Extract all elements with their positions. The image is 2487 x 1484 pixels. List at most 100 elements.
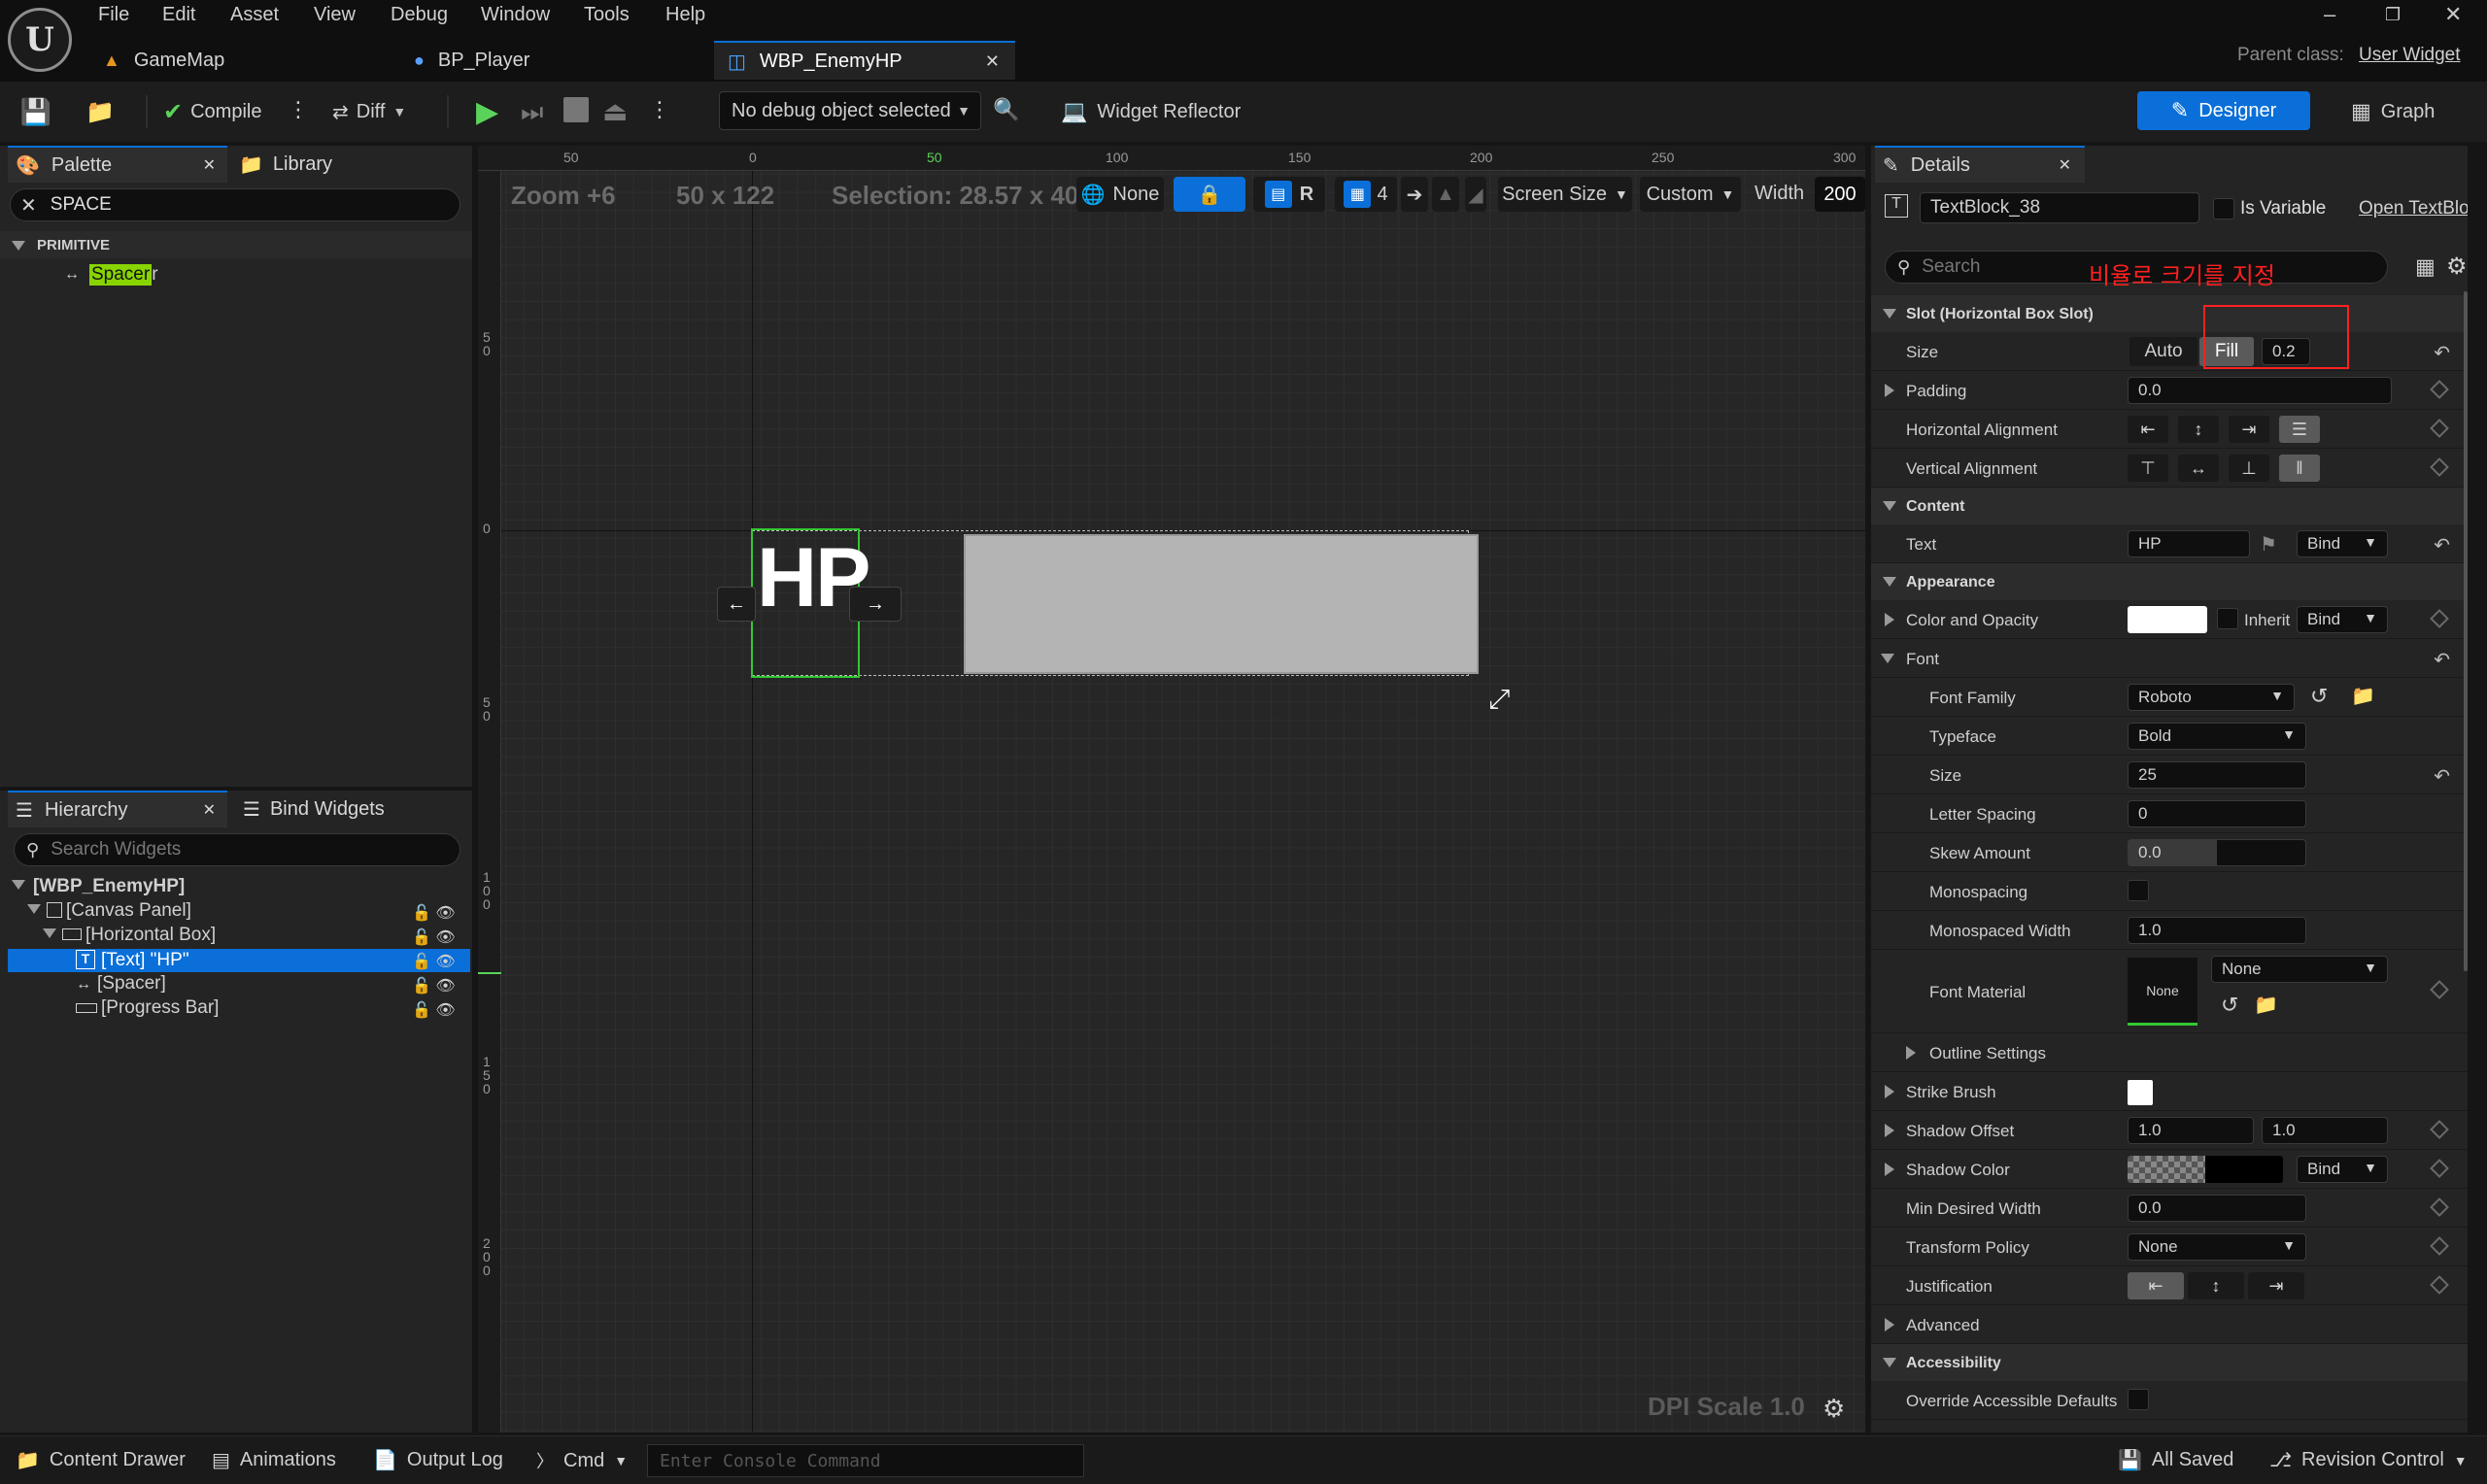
width-input[interactable]: 200	[1815, 177, 1865, 212]
typeface-dropdown[interactable]: Bold ▼	[2128, 723, 2306, 750]
menu-view[interactable]: View	[314, 4, 356, 26]
section-accessibility[interactable]: Accessibility	[1871, 1344, 2468, 1381]
debug-filter-icon[interactable]: 🔍	[993, 97, 1019, 122]
tree-item-horizontal-box[interactable]: [Horizontal Box]	[43, 925, 216, 946]
align-right-icon[interactable]: ⇥	[2229, 416, 2269, 443]
menu-window[interactable]: Window	[481, 4, 550, 26]
justify-right-icon[interactable]: ⇥	[2248, 1272, 2304, 1299]
respect-locks-button[interactable]: ▤ R	[1253, 177, 1325, 212]
resize-handle-icon[interactable]: ⤢	[1488, 684, 1510, 716]
play-icon[interactable]: ▶	[476, 95, 498, 129]
tree-item-spacer[interactable]: ↔ [Spacer]	[76, 973, 166, 995]
skew-input[interactable]: 0.0	[2128, 839, 2306, 866]
keyframe-diamond-icon[interactable]	[2430, 380, 2449, 399]
tab-palette[interactable]: 🎨 Palette ✕	[8, 146, 227, 183]
is-variable-checkbox[interactable]	[2213, 198, 2234, 219]
tab-bp-player[interactable]: ● BP_Player	[414, 41, 705, 80]
restore-icon[interactable]: ❐	[2385, 5, 2401, 25]
browse-icon[interactable]: 📁	[2351, 684, 2375, 708]
eye-icon[interactable]: 👁	[435, 954, 455, 970]
tab-details[interactable]: ✎ Details ✕	[1875, 146, 2085, 183]
tree-item-text-hp[interactable]: T [Text] "HP"	[8, 949, 470, 972]
close-tab-icon[interactable]: ✕	[203, 155, 216, 175]
widget-name-input[interactable]: TextBlock_38	[1920, 192, 2199, 223]
output-log-button[interactable]: 📄 Output Log	[373, 1448, 503, 1472]
menu-tools[interactable]: Tools	[584, 4, 630, 26]
unlock-icon[interactable]: 🔓	[412, 954, 431, 970]
font-material-dropdown[interactable]: None ▼	[2211, 956, 2388, 983]
padding-input[interactable]: 0.0	[2128, 377, 2392, 404]
designer-canvas[interactable]: 50 0 50 100 150 200 250 300 5 0 0 5 0 1 …	[478, 146, 1865, 1433]
palette-search-input[interactable]: ✕ SPACE	[10, 188, 460, 221]
min-width-input[interactable]: 0.0	[2128, 1195, 2306, 1222]
section-slot[interactable]: Slot (Horizontal Box Slot)	[1871, 295, 2468, 332]
keyframe-diamond-icon[interactable]	[2430, 1236, 2449, 1256]
align-bottom-icon[interactable]: ⊥	[2229, 455, 2269, 482]
menu-debug[interactable]: Debug	[391, 4, 448, 26]
compile-options-icon[interactable]: ⋮	[288, 97, 309, 122]
align-fill-icon[interactable]: ☰	[2279, 416, 2320, 443]
keyframe-diamond-icon[interactable]	[2430, 1197, 2449, 1217]
graph-button[interactable]: ▦ Graph	[2351, 95, 2435, 128]
override-checkbox[interactable]	[2128, 1389, 2149, 1410]
localization-flag-icon[interactable]: ⚑	[2260, 532, 2277, 556]
table-view-icon[interactable]: ▦	[2415, 254, 2436, 280]
align-middle-icon[interactable]: ↔	[2178, 455, 2219, 482]
browse-asset-icon[interactable]: 📁	[84, 97, 117, 126]
font-material-thumbnail[interactable]: None	[2128, 958, 2197, 1026]
eye-icon[interactable]: 👁	[435, 905, 455, 922]
inherit-checkbox[interactable]	[2217, 608, 2238, 629]
clear-search-icon[interactable]: ✕	[20, 193, 37, 218]
transform-policy-dropdown[interactable]: None ▼	[2128, 1233, 2306, 1261]
monospacing-checkbox[interactable]	[2128, 880, 2149, 901]
align-vfill-icon[interactable]: ‖	[2279, 455, 2320, 482]
reset-arrow-icon[interactable]: ↶	[2434, 341, 2450, 365]
console-input[interactable]: Enter Console Command	[647, 1444, 1084, 1477]
section-appearance[interactable]: Appearance	[1871, 563, 2468, 600]
compile-button[interactable]: ✔ Compile	[163, 95, 261, 128]
eject-icon[interactable]: ⏏	[602, 95, 628, 127]
menu-asset[interactable]: Asset	[230, 4, 279, 26]
mono-width-input[interactable]: 1.0	[2128, 917, 2306, 944]
tab-bind-widgets[interactable]: ☰ Bind Widgets	[243, 791, 457, 827]
close-tab-icon[interactable]: ✕	[203, 800, 216, 820]
menu-edit[interactable]: Edit	[162, 4, 195, 26]
keyframe-diamond-icon[interactable]	[2430, 419, 2449, 438]
eye-icon[interactable]: 👁	[435, 1002, 455, 1019]
revision-control-button[interactable]: ⎇ Revision Control ▼	[2269, 1448, 2468, 1472]
menu-file[interactable]: File	[98, 4, 129, 26]
keyframe-diamond-icon[interactable]	[2430, 1275, 2449, 1295]
unlock-icon[interactable]: 🔓	[412, 929, 431, 946]
arrow-left-icon[interactable]: ←	[717, 587, 756, 622]
tab-hierarchy[interactable]: ☰ Hierarchy ✕	[8, 791, 227, 827]
diff-button[interactable]: ⇄ Diff ▼	[332, 95, 406, 128]
keyframe-diamond-icon[interactable]	[2430, 457, 2449, 477]
slope-icon[interactable]: ◢	[1465, 177, 1486, 212]
color-swatch[interactable]	[2128, 606, 2207, 633]
open-textblock-link[interactable]: Open TextBloc	[2359, 198, 2468, 219]
size-auto-button[interactable]: Auto	[2129, 337, 2197, 366]
tree-item-progress-bar[interactable]: [Progress Bar]	[76, 997, 219, 1019]
keyframe-diamond-icon[interactable]	[2430, 1159, 2449, 1178]
tab-library[interactable]: 📁 Library	[239, 146, 453, 183]
minimize-icon[interactable]: –	[2324, 2, 2335, 27]
details-scrollbar[interactable]	[2464, 291, 2468, 971]
arrow-right-icon[interactable]: →	[849, 587, 902, 622]
text-bind-dropdown[interactable]: Bind ▼	[2297, 530, 2388, 557]
align-center-icon[interactable]: ↕	[2178, 416, 2219, 443]
keyframe-diamond-icon[interactable]	[2430, 609, 2449, 628]
debug-object-dropdown[interactable]: No debug object selected ▼	[719, 91, 981, 130]
hp-text-selection[interactable]: HP	[751, 528, 870, 678]
all-saved-button[interactable]: 💾 All Saved	[2118, 1448, 2233, 1472]
row-advanced[interactable]: Advanced	[1871, 1305, 2468, 1344]
parent-class-link[interactable]: User Widget	[2359, 45, 2461, 66]
menu-help[interactable]: Help	[665, 4, 705, 26]
step-icon[interactable]: ⏭	[521, 97, 543, 128]
unreal-logo[interactable]: U	[8, 8, 72, 72]
progress-bar-preview[interactable]	[964, 534, 1479, 674]
shadow-offset-y-input[interactable]: 1.0	[2262, 1117, 2388, 1144]
stop-icon[interactable]	[563, 97, 589, 122]
unlock-icon[interactable]: 🔓	[412, 978, 431, 995]
keyframe-diamond-icon[interactable]	[2430, 980, 2449, 999]
play-options-icon[interactable]: ⋮	[649, 97, 670, 122]
